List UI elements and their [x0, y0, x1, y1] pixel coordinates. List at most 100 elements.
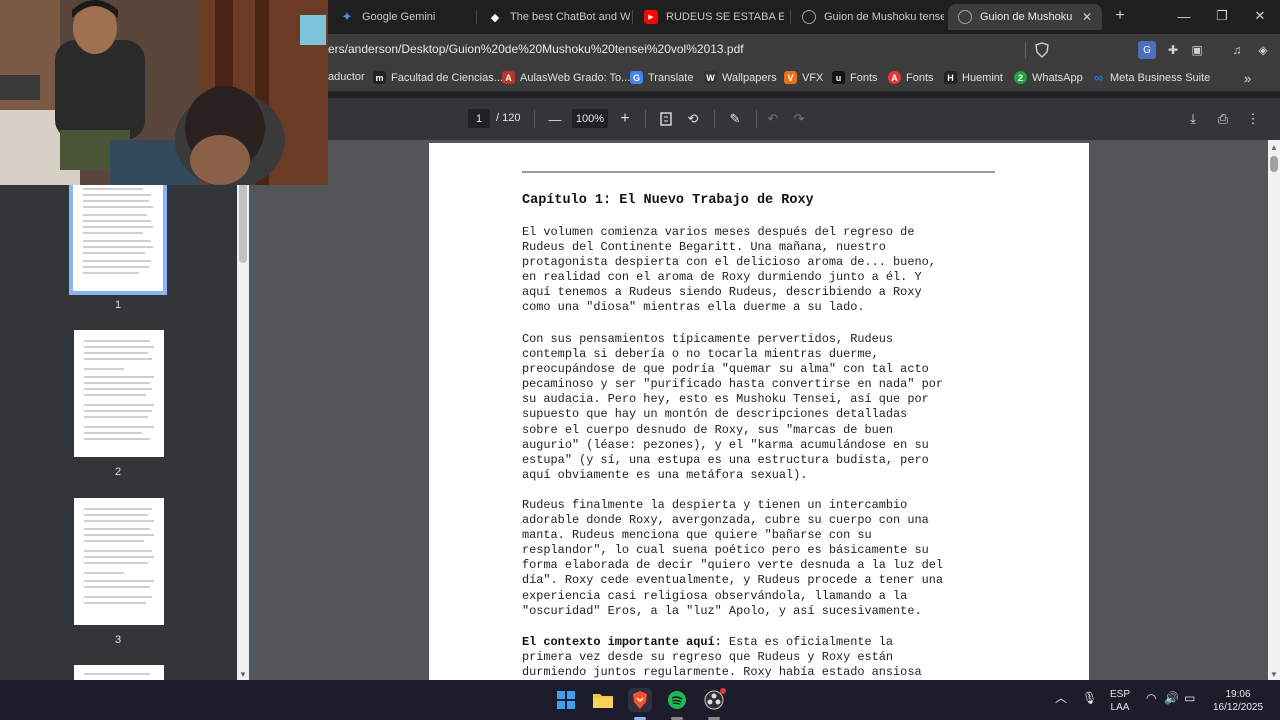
thumbnail-label: 1 — [114, 299, 122, 311]
wallpapers-icon: W — [704, 71, 717, 84]
bookmark-wallpapers[interactable]: W Wallpapers — [704, 71, 777, 84]
bookmark-huemint[interactable]: H Huemint — [944, 71, 1003, 84]
scroll-down-icon[interactable]: ▼ — [1270, 670, 1278, 679]
tray-overflow-icon[interactable]: ︿ — [1055, 692, 1067, 705]
webcam-overlay — [0, 0, 328, 185]
whatsapp-icon: 2 — [1014, 71, 1027, 84]
screen: ✦ Google Gemini ◆ The best ChatBot and W… — [0, 0, 1280, 720]
clock[interactable]: 19:06 16/12/2025 — [1210, 688, 1266, 714]
tab-title: RUDEUS SE ESTABA EN — [666, 11, 784, 23]
more-bookmarks-icon[interactable]: » — [1244, 71, 1251, 86]
paragraph-2: Con sus pensamientos típicamente pervert… — [522, 332, 943, 482]
fit-page-icon[interactable] — [656, 109, 676, 129]
page-number-input[interactable]: 1 — [468, 109, 490, 128]
thumbnail-page-3[interactable] — [74, 498, 164, 625]
horizontal-rule — [522, 171, 995, 173]
file-explorer-icon[interactable] — [591, 688, 615, 712]
mendeley-icon: m — [373, 71, 386, 84]
paragraph-4: El contexto importante aquí: Esta es ofi… — [522, 635, 1002, 680]
zoom-input[interactable]: 100% — [572, 109, 608, 128]
undo-icon[interactable]: ↶ — [763, 109, 783, 129]
language-indicator[interactable]: ESP LAA — [1110, 688, 1130, 714]
url-field[interactable]: ers/anderson/Desktop/Guion%20de%20Mushok… — [328, 42, 744, 56]
bookmark-label: Translate — [648, 71, 694, 84]
wifi-icon[interactable]: ◠ — [1146, 692, 1156, 705]
tab-youtube-rudeus[interactable]: ▶ RUDEUS SE ESTABA EN — [634, 4, 784, 30]
extensions-icon[interactable]: ✚ — [1164, 41, 1182, 59]
tab-guion-active[interactable]: Guion de Mushoku te ✕ — [948, 4, 1102, 30]
thumbnail-page-4[interactable] — [74, 665, 164, 680]
tab-title: The best ChatBot and Wid — [510, 11, 630, 23]
close-window-icon[interactable]: ✕ — [1248, 6, 1272, 26]
rotate-icon[interactable]: ⟲ — [683, 109, 703, 129]
bookmark-label: Huemint — [962, 71, 1003, 84]
bookmark-label: Fonts — [850, 71, 878, 84]
bookmark-label: Meta Business Suite — [1110, 71, 1211, 84]
brave-shield-icon[interactable] — [1033, 41, 1051, 59]
brave-browser-icon[interactable] — [628, 688, 652, 712]
windows-start-icon[interactable] — [554, 688, 578, 712]
bookmark-facultad[interactable]: m Facultad de Ciencias... — [373, 71, 503, 84]
bookmark-fonts-2[interactable]: A Fonts — [888, 71, 934, 84]
thumbnail-label: 2 — [114, 466, 122, 478]
bookmark-meta[interactable]: ∞ Meta Business Suite — [1092, 70, 1211, 85]
microphone-icon[interactable]: 🎙 — [1082, 692, 1097, 705]
bookmark-label: Facultad de Ciencias... — [391, 71, 503, 84]
new-tab-button[interactable]: + — [1110, 6, 1130, 26]
chatbot-icon: ◆ — [490, 11, 500, 24]
minimize-icon[interactable]: — — [1172, 6, 1196, 26]
close-tab-icon[interactable]: ✕ — [1082, 10, 1092, 24]
spotify-icon[interactable] — [665, 688, 689, 712]
tab-title: Google Gemini — [362, 11, 436, 23]
media-icon[interactable]: ♫ — [1228, 41, 1246, 59]
battery-icon[interactable]: ▭ — [1184, 692, 1195, 705]
bookmark-fonts-1[interactable]: u Fonts — [832, 71, 878, 84]
chapter-title: Capítulo 1: El Nuevo Trabajo de Roxy — [522, 193, 814, 208]
translate-icon[interactable]: G — [1138, 41, 1156, 59]
bookmark-whatsapp[interactable]: 2 WhatsApp — [1014, 71, 1083, 84]
annotate-icon[interactable]: ✎ — [725, 109, 745, 129]
restore-icon[interactable]: ❐ — [1210, 6, 1234, 26]
tab-google-gemini[interactable]: ✦ Google Gemini — [330, 4, 480, 30]
print-icon[interactable]: ⎙ — [1213, 109, 1233, 129]
bookmark-vfx[interactable]: V VFX — [784, 71, 823, 84]
bookmark-label: WhatsApp — [1032, 71, 1083, 84]
clock-time: 19:06 — [1225, 689, 1251, 700]
sidebar-icon[interactable]: ▣ — [1188, 41, 1206, 59]
obs-icon[interactable] — [702, 688, 726, 712]
tab-title: Guion de Mushoku te — [980, 11, 1074, 23]
main-scrollbar[interactable]: ▲ ▼ — [1268, 140, 1280, 680]
scroll-down-icon[interactable]: ▼ — [239, 670, 247, 679]
main-scroll-thumb[interactable] — [1270, 156, 1278, 172]
keyboard-layout: LAA — [1110, 702, 1130, 713]
translate-bookmark-icon: G — [630, 71, 643, 84]
sidebar-scrollbar[interactable]: ▼ — [237, 140, 249, 680]
tab-guion-1[interactable]: Guion de Mushoku tensei — [792, 4, 944, 30]
zoom-in-icon[interactable]: + — [615, 109, 635, 129]
leo-icon[interactable]: ◈ — [1254, 41, 1272, 59]
thumbnail-page-2[interactable] — [74, 330, 164, 457]
globe-icon — [802, 10, 816, 24]
fonts-icon: u — [832, 71, 845, 84]
aulasweb-icon: A — [502, 71, 515, 84]
youtube-icon: ▶ — [644, 10, 658, 24]
zoom-out-icon[interactable]: — — [545, 109, 565, 129]
tab-chatbot[interactable]: ◆ The best ChatBot and Wid — [478, 4, 630, 30]
paragraph-1: El volumen comienza varios meses después… — [522, 225, 936, 315]
download-icon[interactable]: ⤓ — [1183, 109, 1203, 129]
fonts-alt-icon: A — [888, 71, 901, 84]
bookmark-translate[interactable]: G Translate — [630, 71, 693, 84]
redo-icon[interactable]: ↷ — [789, 109, 809, 129]
taskbar: ︿ 🎙 ESP LAA ◠ 🔊 ▭ 19:06 16/12/2025 — [0, 680, 1280, 720]
thumbnail-sidebar: 1 2 3 — [0, 140, 237, 680]
bookmark-aulasweb[interactable]: A AulasWeb Grado: To... — [502, 71, 630, 84]
paragraph-4-heading: El contexto importante aquí: — [522, 635, 722, 649]
bookmark-label: Wallpapers — [722, 71, 777, 84]
thumbnail-label: 3 — [114, 634, 122, 646]
paragraph-3: Rudeus finalmente la despierta y tienen … — [522, 498, 943, 618]
scroll-up-icon[interactable]: ▲ — [1270, 143, 1278, 152]
more-options-icon[interactable]: ⋮ — [1243, 109, 1263, 129]
volume-icon[interactable]: 🔊 — [1164, 692, 1179, 705]
thumbnail-page-1[interactable] — [69, 176, 167, 295]
bookmark-traductor[interactable]: aductor — [328, 71, 365, 83]
